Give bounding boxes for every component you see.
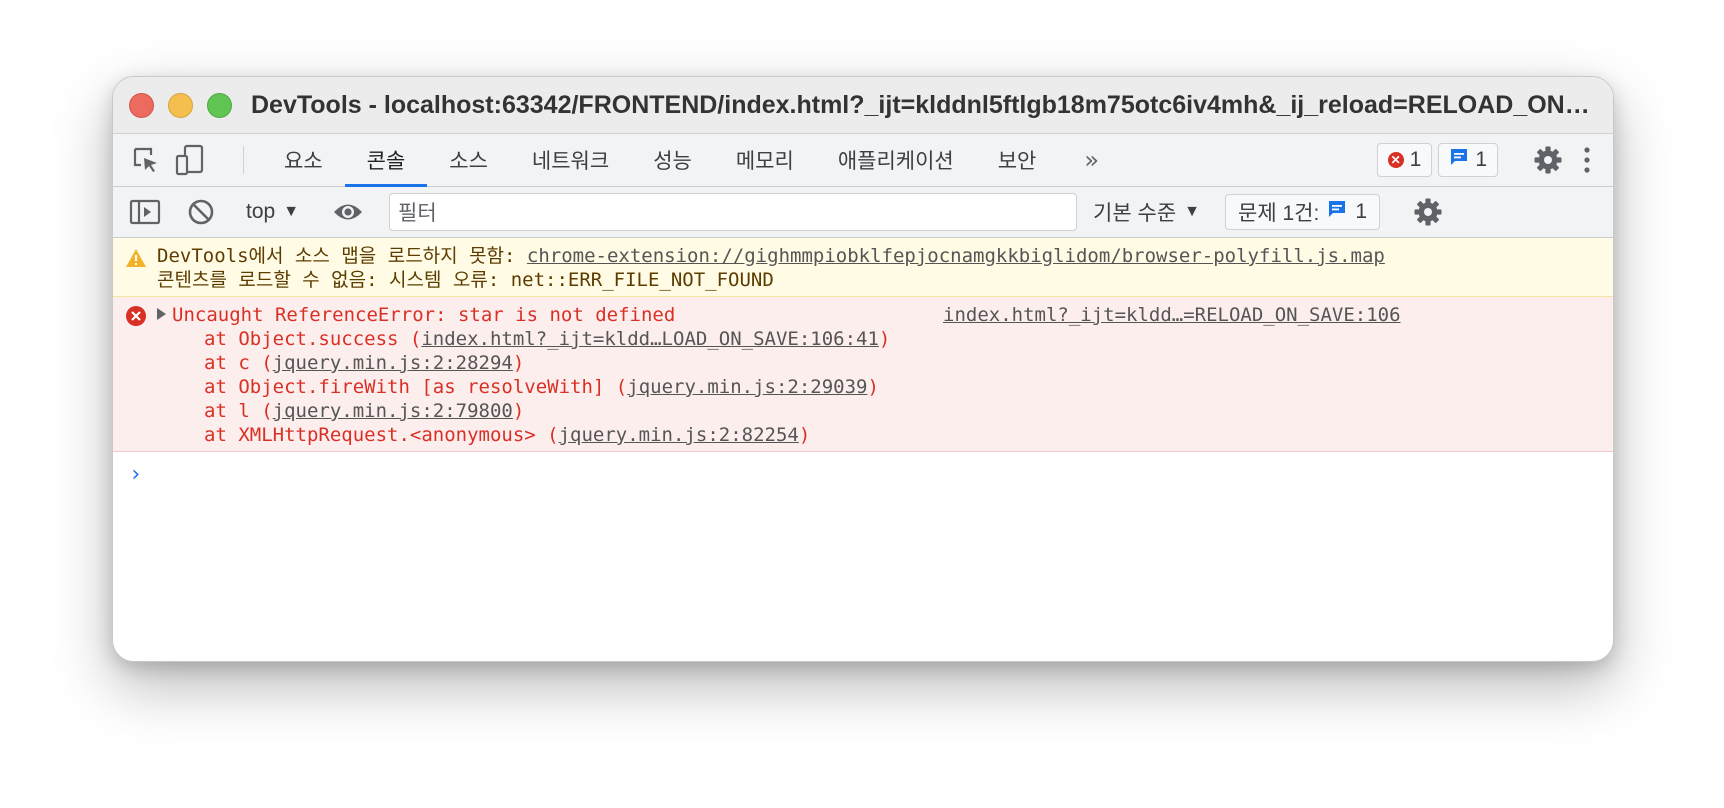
stack-frame: at XMLHttpRequest.<anonymous> (jquery.mi… xyxy=(113,423,1613,447)
expand-triangle-icon[interactable] xyxy=(157,307,166,320)
window-controls xyxy=(129,92,232,118)
stack-frame-text: at Object.fireWith [as resolveWith] ( xyxy=(204,376,628,398)
stack-frame-end: ) xyxy=(878,328,891,350)
console-toolbar: top ▼ 필터 기본 수준 ▼ 문제 1건: 1 xyxy=(113,187,1613,238)
settings-gear-icon[interactable] xyxy=(1533,145,1563,175)
stack-frame-end: ) xyxy=(512,352,525,374)
error-text: Uncaught ReferenceError: star is not def… xyxy=(172,304,676,326)
context-value: top xyxy=(246,200,276,223)
stack-frame-text: at XMLHttpRequest.<anonymous> ( xyxy=(204,424,559,446)
tab-security[interactable]: 보안 xyxy=(976,134,1059,186)
live-expression-eye-icon[interactable] xyxy=(332,201,364,223)
more-options-icon[interactable] xyxy=(1583,146,1591,174)
message-count-badge[interactable]: 1 xyxy=(1438,143,1498,177)
issues-count: 1 xyxy=(1355,200,1368,223)
issues-button[interactable]: 문제 1건: 1 xyxy=(1225,194,1381,230)
error-icon: ✕ xyxy=(1387,152,1404,168)
console-settings-gear-icon[interactable] xyxy=(1413,197,1443,227)
clear-console-icon[interactable] xyxy=(187,198,215,226)
inspect-element-icon[interactable] xyxy=(131,145,161,175)
more-tabs-button[interactable]: » xyxy=(1058,134,1125,186)
devtools-window: DevTools - localhost:63342/FRONTEND/inde… xyxy=(112,76,1614,662)
warning-text: DevTools에서 소스 맵을 로드하지 못함: xyxy=(157,245,527,267)
stack-frame-link[interactable]: jquery.min.js:2:82254 xyxy=(559,424,799,446)
warning-detail: 콘텐츠를 로드할 수 없음: 시스템 오류: net::ERR_FILE_NOT… xyxy=(157,269,774,291)
stack-frame-link[interactable]: jquery.min.js:2:79800 xyxy=(273,400,513,422)
tab-performance[interactable]: 성능 xyxy=(631,134,714,186)
dropdown-arrow-icon: ▼ xyxy=(1184,203,1201,220)
stack-frame: at c (jquery.min.js:2:28294) xyxy=(113,351,1613,375)
message-icon xyxy=(1449,147,1469,173)
stack-frame-end: ) xyxy=(512,400,525,422)
context-selector[interactable]: top ▼ xyxy=(232,200,313,224)
console-prompt[interactable]: › xyxy=(113,452,1613,487)
sidebar-toggle-icon[interactable] xyxy=(129,199,161,225)
toolbar-divider xyxy=(243,146,244,174)
source-map-link[interactable]: chrome-extension://gighmmpiobklfepjocnam… xyxy=(527,245,1385,267)
issues-label: 문제 1건: xyxy=(1238,202,1320,225)
warning-message: DevTools에서 소스 맵을 로드하지 못함: chrome-extensi… xyxy=(113,238,1613,297)
device-toolbar-icon[interactable] xyxy=(175,144,205,176)
stack-frame-text: at c ( xyxy=(204,352,273,374)
close-window-button[interactable] xyxy=(129,92,154,118)
error-count-badge[interactable]: ✕ 1 xyxy=(1376,143,1433,177)
minimize-window-button[interactable] xyxy=(168,92,193,118)
error-count: 1 xyxy=(1409,148,1422,171)
zoom-window-button[interactable] xyxy=(207,92,232,118)
stack-frame-text: at l ( xyxy=(204,400,273,422)
title-bar: DevTools - localhost:63342/FRONTEND/inde… xyxy=(113,77,1613,134)
message-icon xyxy=(1327,199,1347,225)
stack-frame: at l (jquery.min.js:2:79800) xyxy=(113,399,1613,423)
error-message: Uncaught ReferenceError: star is not def… xyxy=(113,297,1613,452)
warning-icon xyxy=(125,248,147,273)
stack-frame-end: ) xyxy=(798,424,811,446)
stack-frame-text: at Object.success ( xyxy=(204,328,422,350)
stack-frame: at Object.fireWith [as resolveWith] (jqu… xyxy=(113,375,1613,399)
tab-console[interactable]: 콘솔 xyxy=(344,134,428,187)
stack-frame: at Object.success (index.html?_ijt=kldd…… xyxy=(113,327,1613,351)
tab-memory[interactable]: 메모리 xyxy=(714,134,816,186)
main-toolbar: 요소 콘솔 소스 네트워크 성능 메모리 애플리케이션 보안 » ✕ 1 1 xyxy=(113,134,1613,187)
message-count: 1 xyxy=(1475,148,1487,171)
panel-tabs: 요소 콘솔 소스 네트워크 성능 메모리 애플리케이션 보안 » xyxy=(262,134,1125,187)
log-level-value: 기본 수준 xyxy=(1093,202,1177,225)
stack-frame-link[interactable]: jquery.min.js:2:28294 xyxy=(273,352,513,374)
log-level-selector[interactable]: 기본 수준 ▼ xyxy=(1077,197,1216,227)
stack-frame-link[interactable]: jquery.min.js:2:29039 xyxy=(627,376,867,398)
error-source-link[interactable]: index.html?_ijt=kldd…=RELOAD_ON_SAVE:106 xyxy=(943,303,1401,327)
stack-frame-link[interactable]: index.html?_ijt=kldd…LOAD_ON_SAVE:106:41 xyxy=(421,328,879,350)
tab-sources[interactable]: 소스 xyxy=(427,134,510,186)
tab-network[interactable]: 네트워크 xyxy=(510,134,631,186)
dropdown-arrow-icon: ▼ xyxy=(283,203,300,220)
window-title: DevTools - localhost:63342/FRONTEND/inde… xyxy=(251,91,1591,119)
tab-elements[interactable]: 요소 xyxy=(262,134,345,186)
tab-application[interactable]: 애플리케이션 xyxy=(816,134,976,186)
stack-frame-end: ) xyxy=(867,376,879,398)
filter-input[interactable]: 필터 xyxy=(389,193,1078,231)
